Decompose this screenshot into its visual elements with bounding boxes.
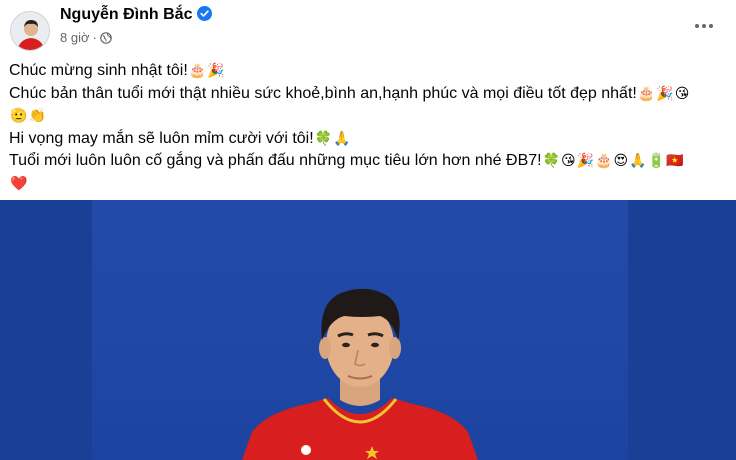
- author-name[interactable]: Nguyễn Đình Bắc: [60, 6, 192, 23]
- party-popper-icon: 🎉: [576, 152, 595, 168]
- more-dot-icon: [709, 24, 713, 28]
- post-line: ❤️: [9, 173, 729, 196]
- post-line: 🫡👏: [9, 105, 729, 128]
- post-line-text: Chúc bản thân tuổi mới thật nhiều sức kh…: [9, 84, 637, 102]
- photo-backdrop: [92, 200, 628, 460]
- kiss-face-icon: 😘: [674, 84, 690, 101]
- post-line: Tuổi mới luôn luôn cố gắng và phấn đấu n…: [9, 150, 729, 173]
- globe-icon[interactable]: [100, 32, 112, 44]
- verified-badge-icon: [197, 6, 213, 21]
- more-dot-icon: [702, 24, 706, 28]
- heart-eyes-icon: 😍: [613, 152, 629, 168]
- post-line: Chúc bản thân tuổi mới thật nhiều sức kh…: [9, 83, 729, 106]
- post-line: Chúc mừng sinh nhật tôi!🎂🎉: [9, 60, 729, 83]
- post-header: Nguyễn Đình Bắc 8 giờ ·: [0, 0, 736, 52]
- kiss-face-icon: 😘: [561, 152, 576, 168]
- saluting-face-icon: 🫡: [10, 107, 28, 123]
- party-popper-icon: 🎉: [207, 62, 225, 78]
- battery-icon: 🔋: [647, 152, 665, 168]
- post-photo[interactable]: [0, 200, 736, 460]
- player-portrait-image: [242, 288, 478, 460]
- post-line-text: Tuổi mới luôn luôn cố gắng và phấn đấu n…: [9, 152, 542, 169]
- cake-icon: 🎂: [188, 62, 207, 78]
- clover-icon: 🍀: [542, 152, 561, 168]
- pray-hands-icon: 🙏: [629, 152, 647, 168]
- party-popper-icon: 🎉: [656, 84, 674, 101]
- red-heart-icon: ❤️: [10, 174, 28, 191]
- cake-icon: 🎂: [637, 84, 656, 101]
- cake-icon: 🎂: [595, 152, 613, 168]
- post-line-text: Chúc mừng sinh nhật tôi!: [9, 62, 188, 79]
- post-line-text: Hi vọng may mắn sẽ luôn mỉm cười với tôi…: [9, 129, 314, 147]
- author-name-row: Nguyễn Đình Bắc: [60, 6, 213, 24]
- pray-hands-icon: 🙏: [333, 129, 351, 146]
- post-meta: 8 giờ ·: [60, 30, 112, 45]
- more-dot-icon: [695, 24, 699, 28]
- post-line: Hi vọng may mắn sẽ luôn mỉm cười với tôi…: [9, 128, 729, 151]
- avatar[interactable]: [10, 11, 50, 51]
- post-text: Chúc mừng sinh nhật tôi!🎂🎉 Chúc bản thân…: [9, 60, 729, 195]
- post-time[interactable]: 8 giờ: [60, 30, 90, 45]
- vietnam-flag-icon: 🇻🇳: [666, 152, 684, 168]
- clover-icon: 🍀: [314, 129, 333, 146]
- more-options-button[interactable]: [690, 12, 718, 40]
- meta-separator: ·: [92, 30, 97, 45]
- clapping-hands-icon: 👏: [28, 107, 46, 123]
